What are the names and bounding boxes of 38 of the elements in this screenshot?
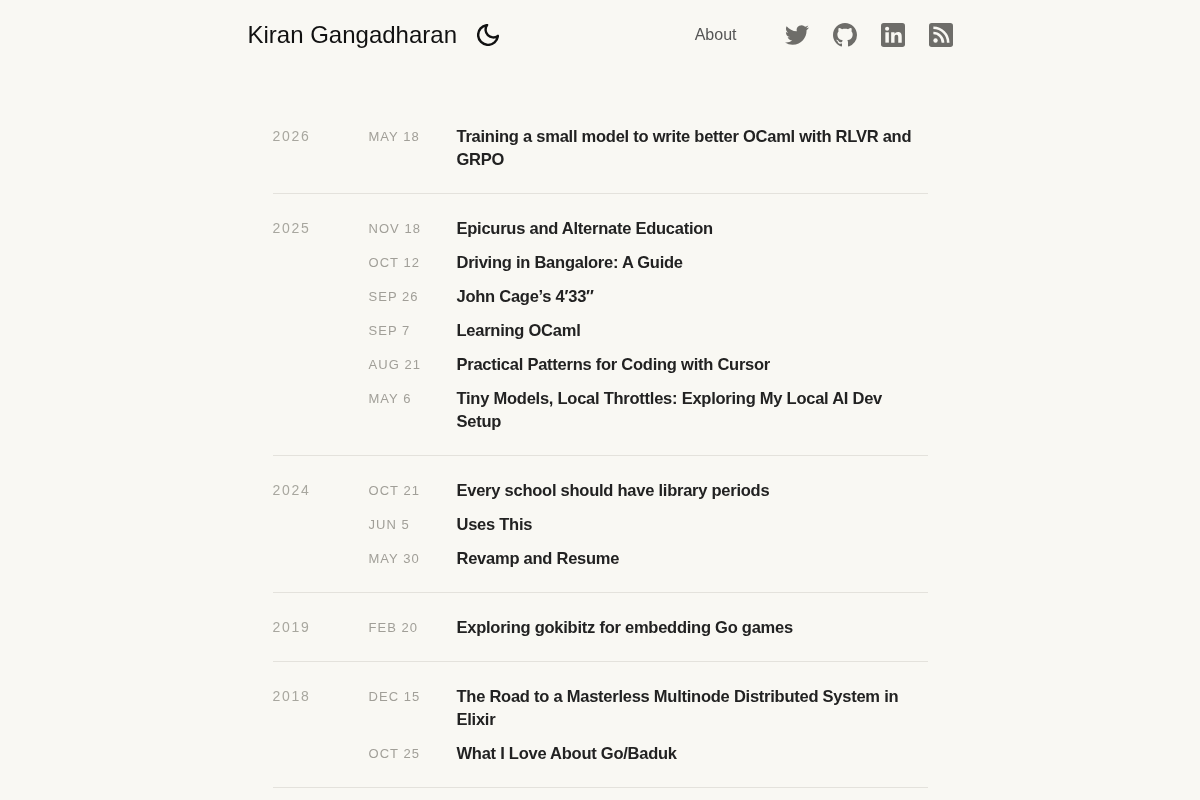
site-title[interactable]: Kiran Gangadharan [247,21,457,49]
post-link[interactable]: John Cage’s 4′33″ [456,285,594,308]
post-link[interactable]: Tiny Models, Local Throttles: Exploring My Local AI Dev Setup [456,387,928,433]
post-date: OCT 25 [368,745,421,763]
post-link[interactable]: Every school should have library periods [456,479,770,502]
cat-silhouette-icon[interactable] [832,23,857,47]
post-date: DEC 15 [368,688,421,706]
year-label: 2018 [272,687,311,706]
year-label: 2025 [272,219,311,238]
post-date: NOV 18 [368,220,421,238]
post-date: OCT 21 [368,482,421,500]
post-link[interactable]: Learning OCaml [456,319,581,342]
post-link[interactable]: Epicurus and Alternate Education [456,217,713,240]
rss-icon[interactable] [928,23,953,47]
moon-icon[interactable] [477,24,499,46]
in-square-icon[interactable] [880,23,905,47]
post-date: AUG 21 [368,356,421,374]
post-date: SEP 26 [368,288,419,306]
post-date: OCT 12 [368,254,421,272]
post-date: JUN 5 [368,516,410,534]
post-link[interactable]: Uses This [456,513,533,536]
bird-icon[interactable] [784,23,809,47]
post-date: FEB 20 [368,619,419,637]
post-date: MAY 30 [368,550,420,568]
year-label: 2024 [272,481,311,500]
about-link[interactable]: About [694,25,737,45]
post-date: MAY 6 [368,390,412,408]
post-link[interactable]: Revamp and Resume [456,547,620,570]
year-label: 2019 [272,618,311,637]
post-link[interactable]: Training a small model to write better OCaml with RLVR and GRPO [456,125,928,171]
post-date: SEP 7 [368,322,411,340]
post-link[interactable]: Exploring gokibitz for embedding Go games [456,616,793,639]
post-date: MAY 18 [368,128,420,146]
post-link[interactable]: The Road to a Masterless Multinode Distributed System in Elixir [456,685,928,731]
year-label: 2026 [272,127,311,146]
post-link[interactable]: Practical Patterns for Coding with Cursor [456,353,770,376]
post-link[interactable]: Driving in Bangalore: A Guide [456,251,683,274]
post-link[interactable]: What I Love About Go/Baduk [456,742,677,765]
